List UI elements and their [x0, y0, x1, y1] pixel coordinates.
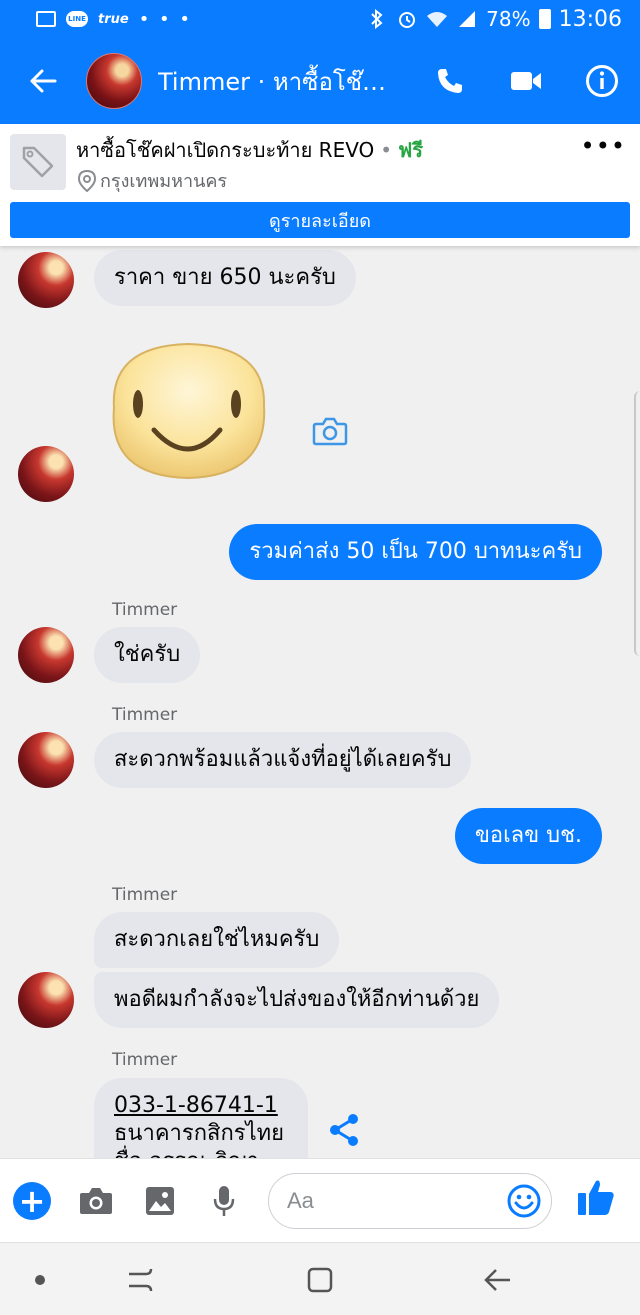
system-navigation-bar — [0, 1242, 640, 1315]
outgoing-message[interactable]: ขอเลข บช. — [454, 808, 602, 864]
phone-icon — [438, 69, 462, 93]
incoming-message[interactable]: ราคา ขาย 650 นะครับ — [94, 250, 356, 306]
battery-percent: 78% — [486, 7, 531, 31]
sender-name: Timmer — [112, 705, 178, 725]
listing-thumbnail[interactable] — [10, 134, 66, 190]
battery-icon — [538, 9, 551, 29]
price-tag-icon — [22, 146, 54, 178]
emoji-icon — [507, 1184, 541, 1218]
scrollbar[interactable] — [634, 391, 640, 656]
contact-avatar[interactable] — [86, 53, 142, 109]
share-button[interactable] — [326, 1112, 366, 1152]
marketplace-listing-card: หาซื้อโช๊คฝาเปิดกระบะท้าย REVO • ฟรี กรุงเ… — [0, 124, 640, 246]
sender-name: Timmer — [112, 885, 178, 905]
wifi-icon — [426, 10, 448, 28]
conversation-title[interactable]: Timmer · หาซื้อโช๊… — [158, 62, 412, 101]
message-composer: + — [0, 1158, 640, 1242]
outgoing-message[interactable]: รวมค่าส่ง 50 เป็น 700 บาทนะครับ — [229, 524, 602, 580]
like-icon — [578, 1180, 614, 1215]
nav-back-button[interactable] — [458, 1243, 538, 1315]
microphone-icon — [213, 1185, 235, 1216]
home-button[interactable] — [280, 1243, 360, 1315]
account-name: ชื่อ อรรณ ภิญาวุฒิ — [114, 1148, 288, 1158]
incoming-message[interactable]: พอดีผมกำลังจะไปส่งของให้อีกท่านด้วย — [94, 972, 500, 1028]
image-icon — [36, 11, 56, 27]
status-bar: LINE true • • • 78% 13:06 — [0, 0, 640, 38]
clock: 13:06 — [558, 6, 622, 32]
gallery-button[interactable] — [128, 1159, 192, 1243]
message-thread[interactable]: ราคา ขาย 650 นะครับ รวมค่าส่ง 50 เป็น 70… — [0, 246, 640, 1158]
sender-avatar[interactable] — [18, 732, 74, 788]
listing-title: หาซื้อโช๊คฝาเปิดกระบะท้าย REVO — [76, 138, 375, 162]
sender-name: Timmer — [112, 600, 178, 620]
bluetooth-icon — [366, 9, 388, 29]
message-input[interactable] — [287, 1188, 497, 1214]
smiley-sticker-icon — [112, 342, 266, 480]
info-icon — [586, 65, 618, 97]
back-button[interactable] — [0, 38, 86, 124]
bank-name: ธนาคารกสิกรไทย — [114, 1121, 285, 1146]
share-icon — [330, 1114, 358, 1146]
sender-avatar[interactable] — [18, 252, 74, 308]
back-arrow-icon — [30, 69, 57, 93]
info-button[interactable] — [564, 38, 640, 124]
sticker-camera-button[interactable] — [312, 416, 352, 450]
back-icon — [484, 1268, 510, 1291]
location-pin-icon — [78, 169, 96, 192]
incoming-message[interactable]: สะดวกเลยใช่ไหมครับ — [94, 912, 340, 968]
home-icon — [307, 1267, 333, 1292]
dot-icon — [35, 1274, 45, 1285]
sender-avatar[interactable] — [18, 446, 74, 502]
emoji-button[interactable] — [507, 1184, 541, 1218]
message-input-wrapper — [268, 1173, 552, 1229]
line-icon: LINE — [66, 11, 88, 27]
plus-icon: + — [13, 1181, 51, 1220]
sender-avatar[interactable] — [18, 627, 74, 683]
conversation-header: Timmer · หาซื้อโช๊… — [0, 38, 640, 124]
video-call-button[interactable] — [488, 38, 564, 124]
view-details-button[interactable]: ดูรายละเอียด — [10, 202, 630, 238]
carrier-label: true — [98, 11, 129, 27]
sender-name: Timmer — [112, 1050, 178, 1070]
like-button[interactable] — [576, 1177, 616, 1221]
incoming-message[interactable]: ใช่ครับ — [94, 627, 201, 683]
listing-location-row: กรุงเทพมหานคร — [78, 166, 227, 195]
separator: • — [380, 138, 393, 162]
alarm-icon — [396, 10, 418, 28]
video-camera-icon — [511, 72, 541, 90]
listing-location: กรุงเทพมหานคร — [100, 171, 228, 192]
camera-icon — [80, 1187, 112, 1214]
call-button[interactable] — [412, 38, 488, 124]
account-number-link[interactable]: 033-1-86741-1 — [114, 1092, 288, 1120]
voice-button[interactable] — [192, 1159, 256, 1243]
smiley-sticker[interactable] — [104, 338, 272, 482]
camera-icon — [312, 417, 348, 446]
recent-apps-button[interactable] — [100, 1243, 180, 1315]
incoming-message[interactable]: สะดวกพร้อมแล้วแจ้งที่อยู่ได้เลยครับ — [94, 732, 472, 788]
nav-dot-button[interactable] — [0, 1243, 80, 1315]
gallery-icon — [146, 1186, 174, 1215]
listing-more-button[interactable]: ••• — [581, 132, 626, 160]
more-actions-button[interactable]: + — [0, 1159, 64, 1243]
listing-title-row: หาซื้อโช๊คฝาเปิดกระบะท้าย REVO • ฟรี — [76, 134, 423, 166]
listing-price: ฟรี — [398, 138, 423, 162]
notification-overflow: • • • — [138, 8, 192, 30]
camera-button[interactable] — [64, 1159, 128, 1243]
recent-apps-icon — [129, 1268, 153, 1291]
sender-avatar[interactable] — [18, 972, 74, 1028]
signal-icon — [456, 10, 478, 28]
account-info-message[interactable]: 033-1-86741-1 ธนาคารกสิกรไทย ชื่อ อรรณ ภ… — [94, 1078, 308, 1158]
